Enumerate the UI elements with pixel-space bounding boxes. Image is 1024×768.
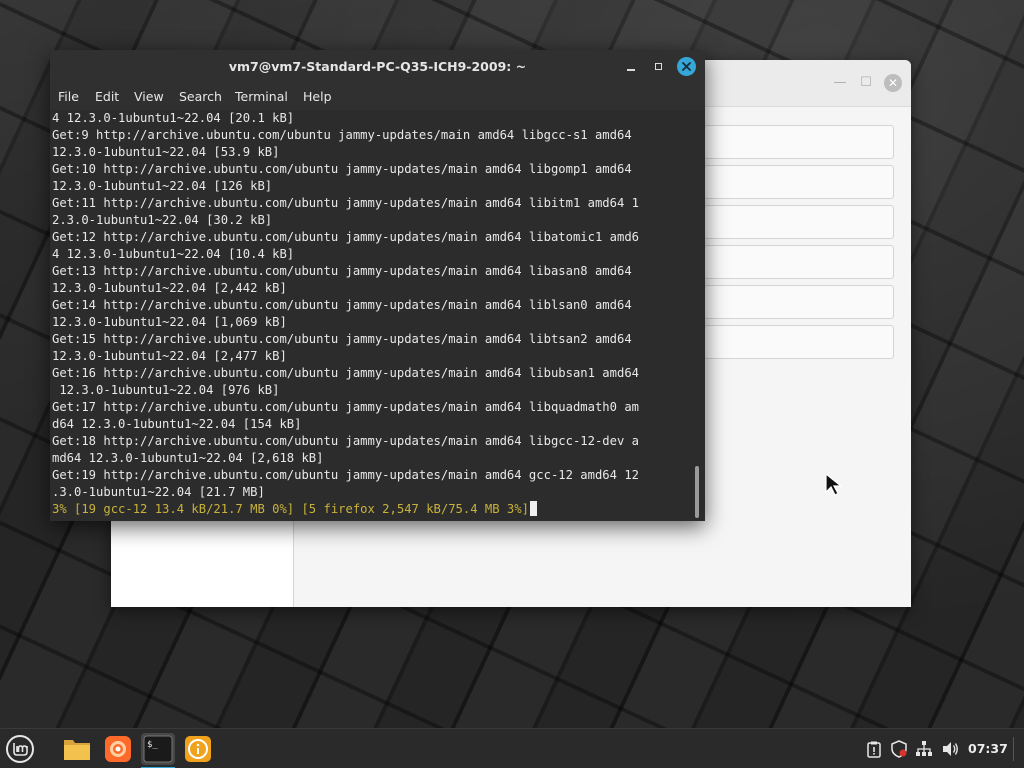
- terminal-line: Get:13 http://archive.ubuntu.com/ubuntu …: [52, 264, 632, 278]
- terminal-text: 4 12.3.0-1ubuntu1~22.04 [20.1 kB] Get:9 h…: [52, 110, 697, 518]
- show-desktop-separator[interactable]: [1013, 737, 1014, 761]
- terminal-line: Get:11 http://archive.ubuntu.com/ubuntu …: [52, 196, 639, 210]
- text-cursor: [529, 501, 537, 516]
- form-field[interactable]: [704, 325, 894, 359]
- terminal-line: md64 12.3.0-1ubuntu1~22.04 [2,618 kB]: [52, 451, 324, 465]
- menu-edit[interactable]: Edit: [95, 84, 119, 110]
- progress-text: 3% [19 gcc-12 13.4 kB/21.7 MB 0%] [5 fir…: [52, 502, 529, 516]
- menu-view[interactable]: View: [134, 84, 164, 110]
- terminal-line: 12.3.0-1ubuntu1~22.04 [126 kB]: [52, 179, 273, 193]
- terminal-window[interactable]: vm7@vm7-Standard-PC-Q35-ICH9-2009: ~ Fil…: [50, 50, 705, 521]
- scrollbar-thumb[interactable]: [695, 466, 699, 518]
- clipboard-icon[interactable]: [865, 740, 883, 758]
- form-field[interactable]: [704, 125, 894, 159]
- terminal-app-button[interactable]: $_: [141, 733, 175, 768]
- terminal-line: Get:9 http://archive.ubuntu.com/ubuntu j…: [52, 128, 632, 142]
- info-icon: [185, 736, 211, 762]
- folder-icon: [64, 740, 90, 760]
- mint-menu-icon[interactable]: [5, 734, 35, 764]
- terminal-titlebar[interactable]: vm7@vm7-Standard-PC-Q35-ICH9-2009: ~: [50, 50, 705, 84]
- terminal-line: Get:18 http://archive.ubuntu.com/ubuntu …: [52, 434, 639, 448]
- svg-text:$_: $_: [147, 740, 158, 750]
- form-field[interactable]: [704, 285, 894, 319]
- terminal-output[interactable]: 4 12.3.0-1ubuntu1~22.04 [20.1 kB] Get:9 h…: [50, 110, 705, 521]
- form-field[interactable]: [704, 205, 894, 239]
- terminal-line: d64 12.3.0-1ubuntu1~22.04 [154 kB]: [52, 417, 302, 431]
- terminal-line: 4 12.3.0-1ubuntu1~22.04 [10.4 kB]: [52, 247, 295, 261]
- network-icon[interactable]: [915, 740, 933, 758]
- files-app-button[interactable]: [60, 733, 94, 765]
- terminal-line: Get:14 http://archive.ubuntu.com/ubuntu …: [52, 298, 632, 312]
- mouse-pointer-icon: [825, 472, 843, 496]
- shield-icon[interactable]: [890, 740, 908, 758]
- terminal-line: Get:19 http://archive.ubuntu.com/ubuntu …: [52, 468, 639, 482]
- terminal-line: Get:10 http://archive.ubuntu.com/ubuntu …: [52, 162, 632, 176]
- terminal-line: 2.3.0-1ubuntu1~22.04 [30.2 kB]: [52, 213, 273, 227]
- clock[interactable]: 07:37: [968, 729, 1008, 768]
- form-field[interactable]: [704, 165, 894, 199]
- menu-bar: File Edit View Search Terminal Help: [50, 84, 705, 110]
- progress-line: 3% [19 gcc-12 13.4 kB/21.7 MB 0%] [5 fir…: [52, 501, 697, 518]
- form-field[interactable]: [704, 245, 894, 279]
- menu-help[interactable]: Help: [303, 84, 332, 110]
- close-icon[interactable]: ✕: [884, 74, 902, 92]
- maximize-icon[interactable]: [650, 58, 668, 76]
- terminal-line: 12.3.0-1ubuntu1~22.04 [53.9 kB]: [52, 145, 280, 159]
- volume-icon[interactable]: [941, 740, 959, 758]
- terminal-line: 12.3.0-1ubuntu1~22.04 [976 kB]: [52, 383, 280, 397]
- info-app-button[interactable]: [181, 733, 215, 765]
- taskbar: $_ 07:37: [0, 728, 1024, 768]
- terminal-line: Get:17 http://archive.ubuntu.com/ubuntu …: [52, 400, 639, 414]
- minimize-icon[interactable]: [622, 58, 640, 76]
- firefox-app-button[interactable]: [101, 733, 135, 765]
- terminal-line: 12.3.0-1ubuntu1~22.04 [2,477 kB]: [52, 349, 287, 363]
- minimize-icon[interactable]: —: [831, 74, 849, 92]
- terminal-line: 4 12.3.0-1ubuntu1~22.04 [20.1 kB]: [52, 111, 295, 125]
- maximize-icon[interactable]: ☐: [857, 74, 875, 92]
- close-icon[interactable]: [677, 57, 696, 76]
- menu-search[interactable]: Search: [179, 84, 222, 110]
- terminal-line: Get:16 http://archive.ubuntu.com/ubuntu …: [52, 366, 639, 380]
- terminal-icon: $_: [143, 735, 173, 763]
- terminal-line: .3.0-1ubuntu1~22.04 [21.7 MB]: [52, 485, 265, 499]
- terminal-line: Get:12 http://archive.ubuntu.com/ubuntu …: [52, 230, 639, 244]
- menu-file[interactable]: File: [58, 84, 79, 110]
- terminal-line: 12.3.0-1ubuntu1~22.04 [1,069 kB]: [52, 315, 287, 329]
- terminal-line: 12.3.0-1ubuntu1~22.04 [2,442 kB]: [52, 281, 287, 295]
- firefox-icon: [105, 736, 131, 762]
- menu-terminal[interactable]: Terminal: [235, 84, 288, 110]
- window-title: vm7@vm7-Standard-PC-Q35-ICH9-2009: ~: [228, 59, 527, 74]
- terminal-line: Get:15 http://archive.ubuntu.com/ubuntu …: [52, 332, 632, 346]
